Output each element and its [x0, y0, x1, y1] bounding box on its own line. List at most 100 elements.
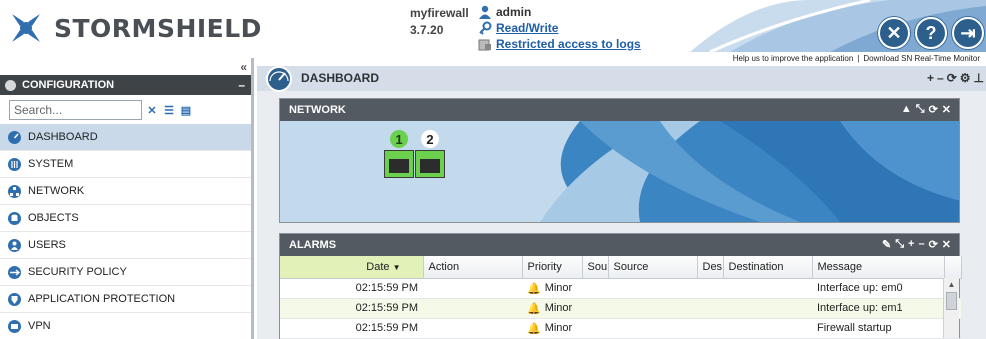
list-view-icon[interactable]: ☰ — [162, 103, 176, 117]
sidebar-item-label: USERS — [28, 239, 66, 251]
tree-view-icon[interactable]: ▤ — [179, 103, 193, 117]
search-input[interactable] — [9, 100, 142, 120]
brand-name: STORMSHIELD — [54, 13, 262, 43]
arrows-icon — [6, 264, 22, 280]
resize-panel-icon[interactable]: ⤡ — [895, 238, 904, 251]
dashboard-gauge-icon — [266, 66, 292, 92]
column-header-message[interactable]: Message — [812, 256, 945, 279]
collapse-section-icon[interactable]: – — [238, 78, 245, 92]
download-monitor-link[interactable]: Download SN Real-Time Monitor — [863, 54, 980, 63]
cell-action — [423, 318, 522, 339]
section-bullet-icon — [5, 79, 16, 91]
network-port-1[interactable]: 1 — [384, 130, 414, 178]
port-number: 1 — [390, 130, 408, 148]
alarms-header-row: Date ▼ Action Priority Sou Source Des De… — [280, 256, 962, 279]
refresh-panel-icon[interactable]: ⟳ — [929, 238, 938, 251]
access-mode-link[interactable]: Read/Write — [496, 20, 558, 36]
column-header-des[interactable]: Des — [697, 256, 724, 279]
cell-destination — [723, 318, 812, 339]
sidebar-item-system[interactable]: SYSTEM — [0, 151, 251, 178]
cell-source — [608, 278, 697, 299]
close-panel-icon[interactable]: ✕ — [942, 238, 951, 251]
cell-destination — [723, 278, 812, 299]
help-button[interactable]: ? — [915, 17, 947, 49]
database-icon — [6, 210, 22, 226]
bell-icon: 🔔 — [527, 282, 541, 295]
firewall-name: myfirewall — [410, 6, 469, 20]
refresh-panel-icon[interactable]: ⟳ — [929, 103, 938, 116]
column-header-spacer — [944, 256, 962, 279]
bell-icon: 🔔 — [527, 322, 541, 335]
column-header-destination[interactable]: Destination — [723, 256, 813, 279]
ethernet-port-icon — [415, 150, 445, 178]
logs-access-link[interactable]: Restricted access to logs — [496, 36, 641, 52]
add-row-icon[interactable]: + — [908, 238, 914, 251]
pin-icon[interactable]: ⊥ — [974, 71, 984, 85]
network-port-2[interactable]: 2 — [415, 130, 445, 178]
cell-des — [697, 318, 723, 339]
ethernet-port-icon — [384, 150, 414, 178]
sidebar-item-vpn[interactable]: VPN — [0, 313, 251, 339]
column-header-priority[interactable]: Priority — [522, 256, 583, 279]
column-header-source[interactable]: Source — [608, 256, 698, 279]
dashboard-title-bar: DASHBOARD + – ⟳ ⚙ ⊥ — [257, 66, 986, 92]
port-number: 2 — [421, 130, 439, 148]
tools-button[interactable]: ✕ — [878, 17, 910, 49]
cell-sou — [582, 298, 608, 319]
cell-date: 02:15:59 PM — [280, 298, 423, 319]
sidebar-item-network[interactable]: NETWORK — [0, 178, 251, 205]
sidebar-item-objects[interactable]: OBJECTS — [0, 205, 251, 232]
firmware-version: 3.7.20 — [410, 23, 444, 37]
remove-widget-icon[interactable]: – — [937, 71, 944, 85]
clear-search-icon[interactable]: ✕ — [145, 103, 159, 117]
cell-priority: 🔔 Minor — [522, 318, 582, 339]
configuration-header[interactable]: CONFIGURATION – — [0, 75, 251, 95]
key-icon — [479, 21, 492, 35]
improve-app-link[interactable]: Help us to improve the application — [733, 54, 854, 63]
user-icon — [6, 237, 22, 253]
scroll-up-icon[interactable]: ▲ — [944, 278, 959, 292]
network-panel: NETWORK ▲ ⤡ ⟳ ✕ 1 2 — [279, 98, 960, 223]
settings-icon[interactable]: ⚙ — [960, 71, 971, 85]
refresh-icon[interactable]: ⟳ — [947, 71, 957, 85]
sidebar-item-dashboard[interactable]: DASHBOARD — [0, 124, 251, 151]
cell-date: 02:15:59 PM — [280, 318, 423, 339]
collapse-panel-icon[interactable]: ▲ — [901, 103, 912, 116]
alarms-scrollbar[interactable]: ▲ — [943, 278, 959, 338]
edit-panel-icon[interactable]: ✎ — [882, 238, 891, 251]
cell-date: 02:15:59 PM — [280, 278, 423, 299]
network-panel-title: NETWORK — [289, 104, 346, 116]
page-title: DASHBOARD — [301, 71, 379, 85]
table-row[interactable]: 02:15:59 PM 🔔 Minor Interface up: em0 — [280, 278, 961, 299]
remove-row-icon[interactable]: – — [918, 238, 924, 251]
scroll-thumb[interactable] — [946, 292, 957, 310]
question-icon: ? — [925, 22, 937, 43]
add-widget-icon[interactable]: + — [927, 71, 934, 85]
cell-des — [697, 278, 723, 299]
column-header-date[interactable]: Date ▼ — [280, 256, 424, 279]
cell-message: Firewall startup — [812, 318, 944, 339]
close-panel-icon[interactable]: ✕ — [942, 103, 951, 116]
sidebar-item-users[interactable]: USERS — [0, 232, 251, 259]
section-title: CONFIGURATION — [22, 79, 115, 91]
cell-message: Interface up: em1 — [812, 298, 944, 319]
alarms-table-wrap: Date ▼ Action Priority Sou Source Des De… — [280, 256, 962, 339]
column-header-action[interactable]: Action — [423, 256, 523, 279]
user-box: admin Read/Write Restricted access to lo… — [478, 4, 641, 52]
cell-priority: 🔔 Minor — [522, 278, 582, 299]
table-row[interactable]: 02:15:59 PM 🔔 Minor Interface up: em1 — [280, 298, 961, 319]
sort-desc-icon: ▼ — [392, 262, 401, 272]
top-header: STORMSHIELD myfirewall 3.7.20 admin Read… — [0, 0, 986, 66]
sidebar-item-application-protection[interactable]: APPLICATION PROTECTION — [0, 286, 251, 313]
table-row[interactable]: 02:15:59 PM 🔔 Minor Firewall startup — [280, 318, 961, 339]
cell-message: Interface up: em0 — [812, 278, 944, 299]
column-header-sou[interactable]: Sou — [582, 256, 609, 279]
sidebar-item-label: VPN — [28, 320, 51, 332]
cell-source — [608, 318, 697, 339]
logout-icon: ⇥ — [960, 22, 976, 43]
logout-button[interactable]: ⇥ — [952, 17, 984, 49]
firewall-info: myfirewall 3.7.20 — [410, 5, 469, 39]
sidebar-item-security-policy[interactable]: SECURITY POLICY — [0, 259, 251, 286]
resize-panel-icon[interactable]: ⤡ — [916, 103, 925, 116]
collapse-sidebar-button[interactable]: « — [240, 60, 247, 74]
